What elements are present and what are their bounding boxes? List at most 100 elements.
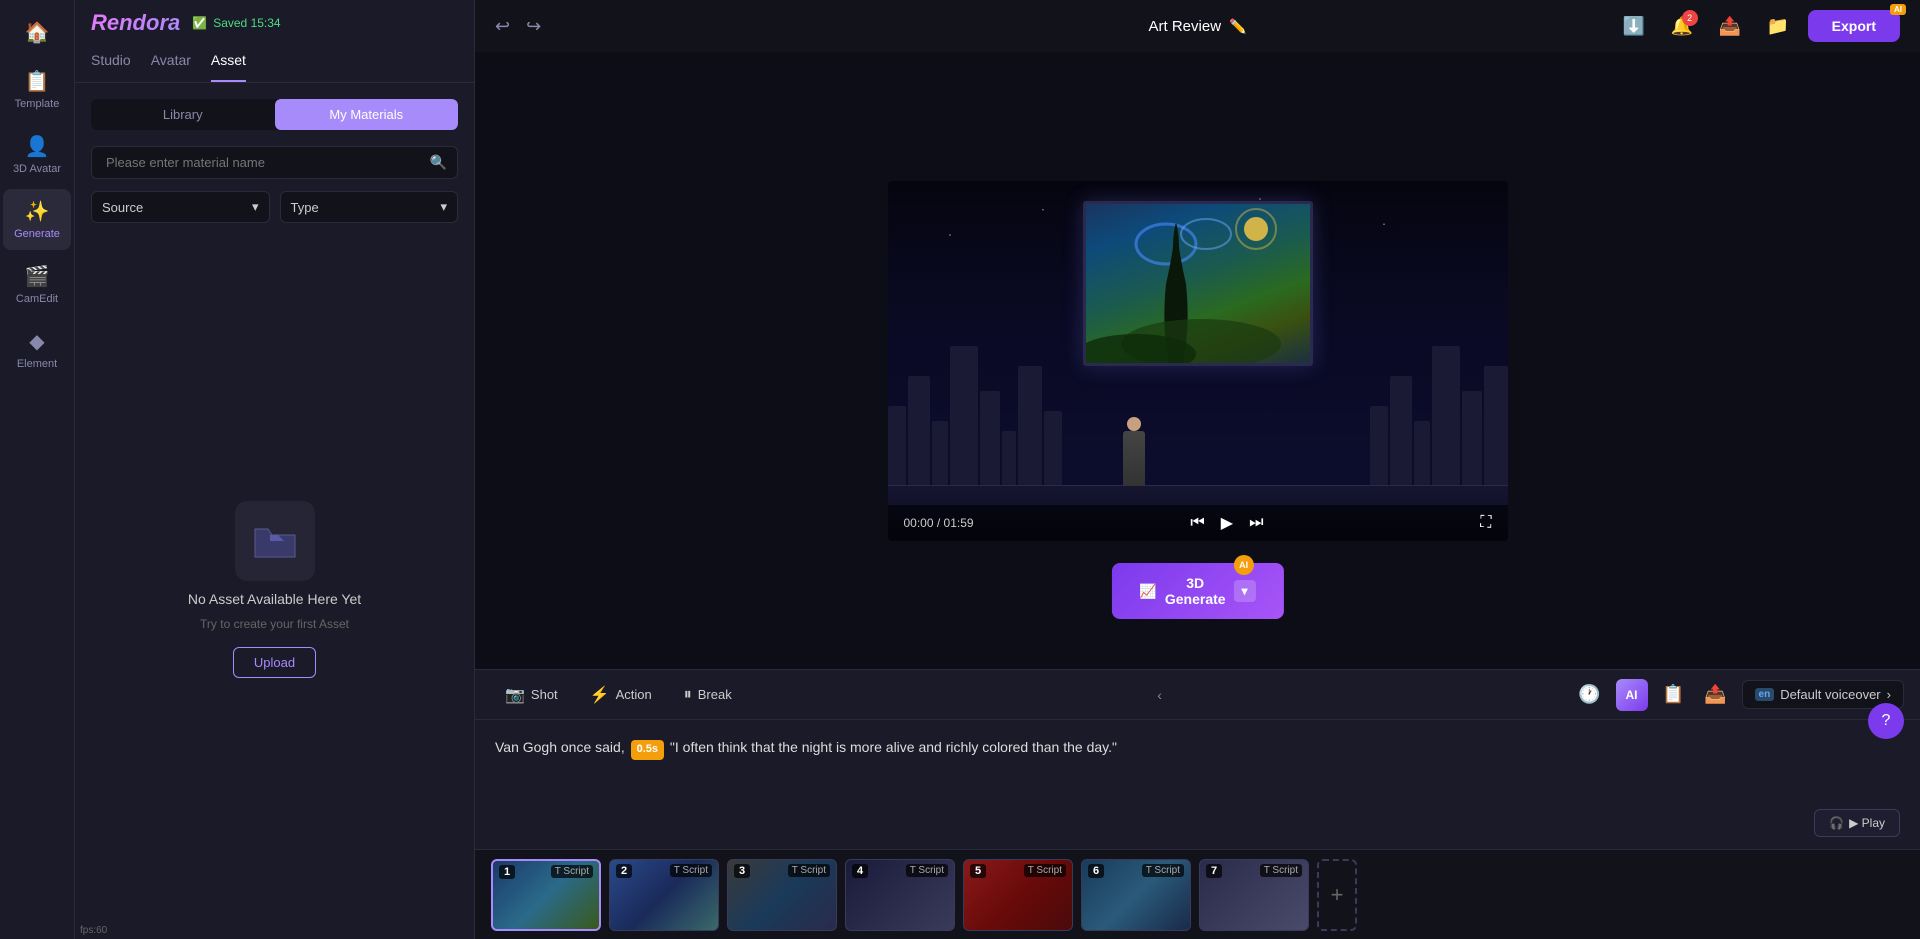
empty-folder-icon bbox=[235, 501, 315, 581]
empty-state: No Asset Available Here Yet Try to creat… bbox=[75, 239, 474, 939]
clip-7[interactable]: 7 T Script bbox=[1199, 859, 1309, 931]
notification-button[interactable]: 🔔 2 bbox=[1664, 8, 1700, 44]
upload-button[interactable]: Upload bbox=[233, 647, 316, 678]
source-filter[interactable]: Source ▾ bbox=[91, 191, 270, 223]
tab-asset[interactable]: Asset bbox=[211, 52, 246, 82]
sidebar-item-camedit[interactable]: 🎬 CamEdit bbox=[3, 254, 71, 315]
script-toolbar: 📷 Shot ⚡ Action ⏸ Break ‹ 🕐 AI 📋 📤 bbox=[475, 670, 1920, 720]
video-controls: 00:00 / 01:59 ⏮ ▶ ⏭ ⛶ bbox=[888, 505, 1508, 541]
clip-6[interactable]: 6 T Script bbox=[1081, 859, 1191, 931]
sidebar-item-home[interactable]: 🏠 bbox=[3, 10, 71, 55]
sidebar-label-camedit: CamEdit bbox=[16, 293, 58, 305]
preview-area: 00:00 / 01:59 ⏮ ▶ ⏭ ⛶ 📈 3D Generat bbox=[475, 0, 1920, 939]
sidebar-label-element: Element bbox=[17, 358, 57, 370]
shot-button[interactable]: 📷 Shot bbox=[491, 678, 572, 712]
empty-subtitle: Try to create your first Asset bbox=[200, 617, 349, 631]
sidebar-label-generate: Generate bbox=[14, 228, 60, 240]
search-bar: 🔍 bbox=[91, 146, 458, 179]
fullscreen-button[interactable]: ⛶ bbox=[1480, 514, 1491, 532]
voiceover-chevron-icon: › bbox=[1887, 687, 1891, 702]
bottom-area: 📷 Shot ⚡ Action ⏸ Break ‹ 🕐 AI 📋 📤 bbox=[475, 669, 1920, 939]
chart-icon: 📈 bbox=[1139, 583, 1156, 600]
folder-button[interactable]: 📁 bbox=[1760, 8, 1796, 44]
subtab-my-materials[interactable]: My Materials bbox=[275, 99, 459, 130]
next-button[interactable]: ⏭ bbox=[1249, 514, 1263, 532]
sidebar-item-avatar[interactable]: 👤 3D Avatar bbox=[3, 124, 71, 185]
edit-pencil-icon[interactable]: ✏️ bbox=[1229, 18, 1246, 35]
export-button[interactable]: Export AI bbox=[1808, 10, 1900, 42]
time-display: 00:00 / 01:59 bbox=[904, 516, 974, 530]
action-button[interactable]: ⚡ Action bbox=[576, 678, 666, 712]
redo-button[interactable]: ↪ bbox=[526, 16, 541, 37]
toolbar-right: 🕐 AI 📋 📤 en Default voiceover › bbox=[1574, 679, 1904, 711]
empty-title: No Asset Available Here Yet bbox=[188, 591, 361, 607]
clip-7-label: T Script bbox=[1260, 864, 1302, 877]
add-clip-button[interactable]: + bbox=[1317, 859, 1357, 931]
clock-icon-btn[interactable]: 🕐 bbox=[1574, 679, 1606, 711]
topbar-left: ↩ ↪ bbox=[495, 16, 541, 37]
ai-tool-button[interactable]: AI bbox=[1616, 679, 1648, 711]
break-icon: ⏸ bbox=[684, 686, 692, 704]
upload-icon-btn[interactable]: ⬇️ bbox=[1616, 8, 1652, 44]
filter-row: Source ▾ Type ▾ bbox=[91, 191, 458, 223]
clip-7-num: 7 bbox=[1206, 864, 1222, 878]
clip-5-num: 5 bbox=[970, 864, 986, 878]
project-title: Art Review bbox=[1149, 18, 1222, 35]
sidebar-item-template[interactable]: 📋 Template bbox=[3, 59, 71, 120]
clip-2[interactable]: 2 T Script bbox=[609, 859, 719, 931]
play-small-button[interactable]: 🎧 ▶ Play bbox=[1814, 809, 1900, 837]
app-logo: Rendora bbox=[91, 10, 180, 36]
sidebar-item-element[interactable]: ◆ Element bbox=[3, 319, 71, 380]
topbar: ↩ ↪ Art Review ✏️ ⬇️ 🔔 2 📤 📁 Export AI bbox=[475, 0, 1920, 52]
clip-6-label: T Script bbox=[1142, 864, 1184, 877]
generate-button[interactable]: 📈 3D Generate ▾ AI bbox=[1111, 563, 1283, 619]
source-chevron-icon: ▾ bbox=[252, 199, 259, 215]
generate-icon: ✨ bbox=[25, 199, 50, 224]
clip-3-num: 3 bbox=[734, 864, 750, 878]
notification-badge: 2 bbox=[1682, 10, 1698, 26]
clip-2-num: 2 bbox=[616, 864, 632, 878]
clip-4[interactable]: 4 T Script bbox=[845, 859, 955, 931]
sidebar-label-avatar: 3D Avatar bbox=[13, 163, 61, 175]
type-chevron-icon: ▾ bbox=[440, 199, 447, 215]
camera-icon: 📷 bbox=[505, 685, 525, 705]
script-content: Van Gogh once said, 0.5s "I often think … bbox=[475, 720, 1920, 849]
script-copy-btn[interactable]: 📋 bbox=[1658, 679, 1690, 711]
video-frame: 00:00 / 01:59 ⏮ ▶ ⏭ ⛶ bbox=[888, 181, 1508, 541]
break-button[interactable]: ⏸ Break bbox=[670, 679, 746, 711]
ai-badge: AI bbox=[1890, 4, 1906, 15]
action-icon: ⚡ bbox=[590, 685, 610, 705]
saved-indicator: ✅ Saved 15:34 bbox=[192, 16, 280, 30]
time-tag: 0.5s bbox=[631, 740, 664, 760]
clip-5-label: T Script bbox=[1024, 864, 1066, 877]
panel-subtabs: Library My Materials bbox=[91, 99, 458, 130]
play-button[interactable]: ▶ bbox=[1221, 513, 1233, 533]
preview-container: 00:00 / 01:59 ⏮ ▶ ⏭ ⛶ 📈 3D Generat bbox=[475, 52, 1920, 669]
undo-button[interactable]: ↩ bbox=[495, 16, 510, 37]
clip-4-num: 4 bbox=[852, 864, 868, 878]
sidebar-item-generate[interactable]: ✨ Generate bbox=[3, 189, 71, 250]
search-icon[interactable]: 🔍 bbox=[430, 154, 447, 171]
export-script-btn[interactable]: 📤 bbox=[1700, 679, 1732, 711]
tab-studio[interactable]: Studio bbox=[91, 52, 131, 82]
subtab-library[interactable]: Library bbox=[91, 99, 275, 130]
tab-avatar[interactable]: Avatar bbox=[151, 52, 191, 82]
clip-3-label: T Script bbox=[788, 864, 830, 877]
headphone-icon: 🎧 bbox=[1829, 816, 1844, 830]
generate-ai-badge: AI bbox=[1234, 555, 1254, 575]
panel-tabs: Studio Avatar Asset bbox=[75, 36, 474, 83]
collapse-button[interactable]: ‹ bbox=[1157, 687, 1162, 703]
clip-1[interactable]: 1 T Script bbox=[491, 859, 601, 931]
help-button[interactable]: ? bbox=[1868, 703, 1904, 739]
share-button[interactable]: 📤 bbox=[1712, 8, 1748, 44]
clip-5[interactable]: 5 T Script bbox=[963, 859, 1073, 931]
topbar-right: ⬇️ 🔔 2 📤 📁 Export AI bbox=[1616, 8, 1900, 44]
search-input[interactable] bbox=[102, 147, 430, 178]
generate-dropdown-arrow[interactable]: ▾ bbox=[1234, 580, 1256, 602]
clip-3[interactable]: 3 T Script bbox=[727, 859, 837, 931]
type-filter[interactable]: Type ▾ bbox=[280, 191, 459, 223]
voiceover-lang: en bbox=[1755, 688, 1775, 701]
main-content: ↩ ↪ Art Review ✏️ ⬇️ 🔔 2 📤 📁 Export AI ✏… bbox=[475, 0, 1920, 939]
prev-button[interactable]: ⏮ bbox=[1190, 514, 1204, 532]
saved-text: Saved 15:34 bbox=[213, 16, 280, 30]
